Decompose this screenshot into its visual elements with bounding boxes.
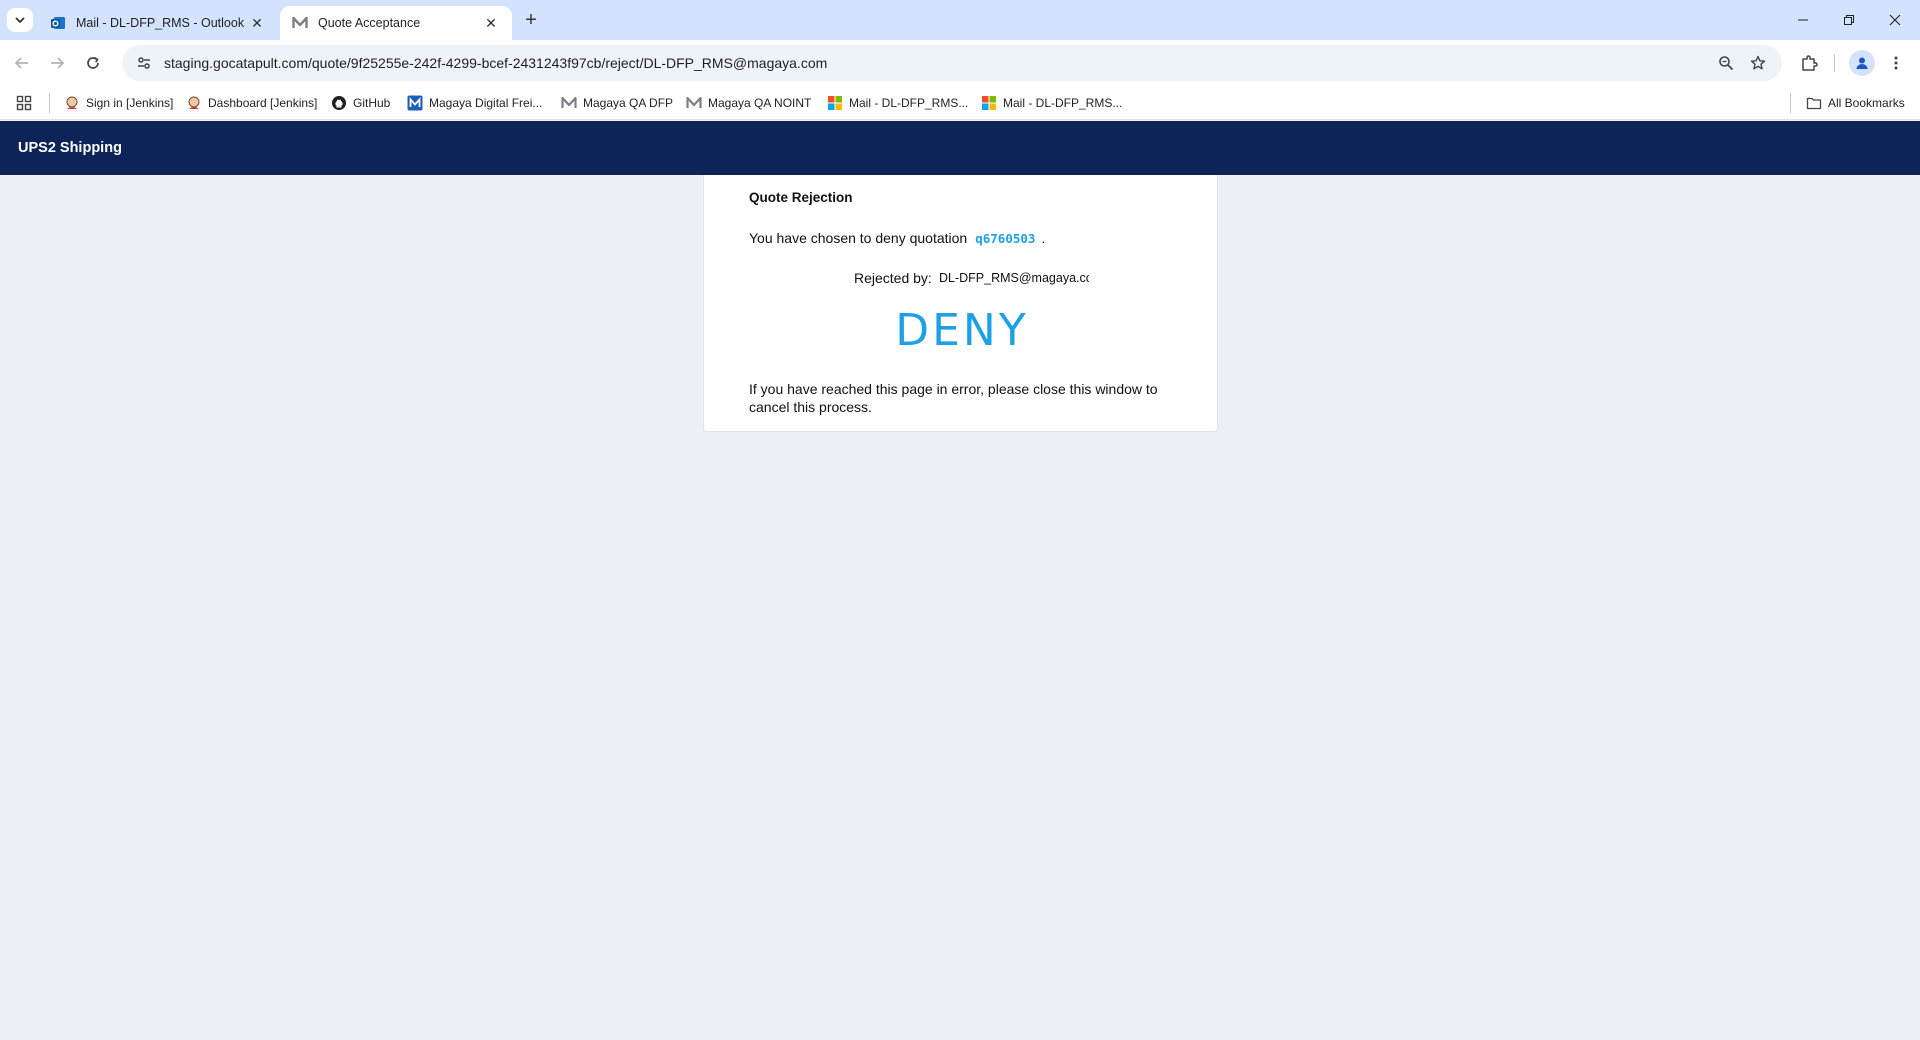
url-text: staging.gocatapult.com/quote/9f25255e-24… — [164, 55, 828, 71]
tab-title: Mail - DL-DFP_RMS - Outlook — [76, 16, 245, 30]
deny-button[interactable]: DENY — [889, 302, 1035, 358]
close-icon — [1889, 14, 1901, 26]
bookmark-item[interactable]: Dashboard [Jenkins] — [186, 92, 317, 114]
close-icon[interactable]: ✕ — [248, 14, 266, 32]
error-note: If you have reached this page in error, … — [749, 381, 1158, 415]
tab-outlook[interactable]: Mail - DL-DFP_RMS - Outlook ✕ — [38, 6, 278, 40]
tab-title: Quote Acceptance — [318, 16, 421, 30]
all-bookmarks-label: All Bookmarks — [1828, 96, 1905, 110]
bookmark-item[interactable]: Magaya QA NOINT — [686, 92, 811, 114]
bookmarks-divider — [49, 93, 50, 113]
rejected-by-field[interactable] — [939, 267, 1089, 289]
restore-button[interactable] — [1826, 0, 1872, 40]
app-header: UPS2 Shipping — [0, 121, 1920, 175]
minimize-button[interactable] — [1780, 0, 1826, 40]
rejected-by-label: Rejected by: — [854, 270, 932, 286]
bookmark-label: Magaya QA DFP — [583, 96, 674, 110]
bookmarks-divider — [1790, 93, 1791, 113]
all-bookmarks-button[interactable]: All Bookmarks — [1806, 92, 1905, 114]
puzzle-icon — [1802, 55, 1818, 71]
bookmark-item[interactable]: Mail - DL-DFP_RMS... — [981, 92, 1122, 114]
tab-quote-acceptance[interactable]: Quote Acceptance ✕ — [280, 6, 512, 40]
bookmark-label: Mail - DL-DFP_RMS... — [849, 96, 969, 110]
apps-button[interactable] — [16, 92, 32, 114]
apps-grid-icon — [16, 95, 32, 111]
bookmarks-bar: Sign in [Jenkins] Dashboard [Jenkins] Gi… — [0, 86, 1920, 120]
zoom-icon[interactable] — [1714, 45, 1738, 81]
bookmark-label: Sign in [Jenkins] — [86, 96, 174, 110]
back-button[interactable] — [10, 51, 34, 75]
forward-button[interactable] — [45, 51, 69, 75]
tab-strip: Mail - DL-DFP_RMS - Outlook ✕ Quote Acce… — [0, 0, 1920, 40]
microsoft-icon — [827, 95, 843, 111]
magaya-icon — [292, 15, 308, 31]
bookmark-item[interactable]: Magaya Digital Frei... — [407, 92, 542, 114]
deny-intro-text: You have chosen to deny quotation — [749, 230, 968, 246]
address-bar[interactable]: staging.gocatapult.com/quote/9f25255e-24… — [122, 45, 1782, 81]
bookmark-label: Dashboard [Jenkins] — [208, 96, 318, 110]
restore-icon — [1844, 15, 1854, 25]
new-tab-button[interactable]: + — [520, 9, 542, 31]
close-window-button[interactable] — [1872, 0, 1918, 40]
magaya-icon — [686, 95, 702, 111]
arrow-left-icon — [14, 57, 28, 69]
bookmark-item[interactable]: GitHub — [331, 92, 390, 114]
menu-button[interactable] — [1884, 51, 1908, 75]
deny-statement: You have chosen to deny quotation q676050… — [749, 230, 1045, 246]
chevron-down-icon — [15, 17, 25, 24]
extensions-button[interactable] — [1797, 51, 1821, 75]
quote-rejection-card: Quote Rejection You have chosen to deny … — [703, 175, 1218, 432]
more-vertical-icon — [1894, 56, 1898, 70]
outlook-icon — [50, 15, 66, 31]
github-icon — [331, 95, 347, 111]
bookmark-item[interactable]: Magaya QA DFP — [561, 92, 673, 114]
bookmark-item[interactable]: Mail - DL-DFP_RMS... — [827, 92, 968, 114]
browser-toolbar: staging.gocatapult.com/quote/9f25255e-24… — [0, 40, 1920, 86]
quote-number: q6760503 — [975, 231, 1036, 246]
card-heading: Quote Rejection — [749, 190, 853, 205]
period: . — [1041, 230, 1046, 246]
reload-icon — [87, 56, 99, 69]
site-info-icon[interactable] — [134, 53, 154, 73]
star-icon[interactable] — [1746, 45, 1770, 81]
reload-button[interactable] — [81, 51, 105, 75]
profile-button[interactable] — [1849, 50, 1875, 76]
minimize-icon — [1798, 19, 1808, 21]
arrow-right-icon — [51, 57, 65, 69]
jenkins-icon — [64, 95, 80, 111]
bookmark-label: Magaya Digital Frei... — [429, 96, 543, 110]
close-icon[interactable]: ✕ — [482, 14, 500, 32]
bookmark-label: Mail - DL-DFP_RMS... — [1003, 96, 1123, 110]
magaya-icon — [407, 95, 423, 111]
folder-icon — [1806, 95, 1822, 111]
brand-name: UPS2 Shipping — [18, 140, 122, 156]
jenkins-icon — [186, 95, 202, 111]
bookmark-label: Magaya QA NOINT — [708, 96, 812, 110]
toolbar-divider — [1834, 54, 1835, 72]
bookmark-item[interactable]: Sign in [Jenkins] — [64, 92, 173, 114]
tab-search-button[interactable] — [7, 8, 33, 32]
magaya-icon — [561, 95, 577, 111]
microsoft-icon — [981, 95, 997, 111]
bookmark-label: GitHub — [353, 96, 391, 110]
avatar-icon — [1856, 57, 1868, 69]
